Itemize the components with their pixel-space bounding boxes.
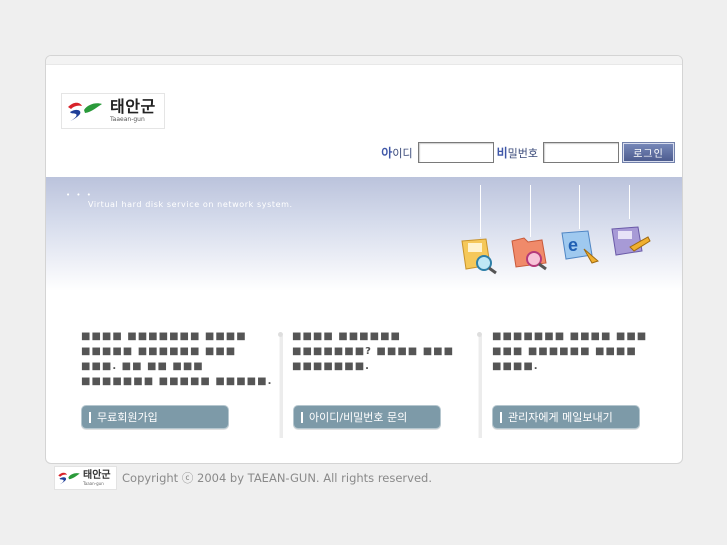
section-contact-text: ■■■■■■■ ■■■■ ■■■ ■■■ ■■■■■■ ■■■■ ■■■■. <box>492 331 648 372</box>
login-form: 아이디 비밀번호 로그인 <box>381 141 675 163</box>
login-button[interactable]: 로그인 <box>622 141 675 163</box>
svg-text:e: e <box>568 235 578 255</box>
section-divider <box>477 332 482 438</box>
section-divider <box>278 332 283 438</box>
banner-dots: • • • <box>66 191 93 199</box>
panel-top-bar <box>46 56 682 65</box>
mail-admin-button[interactable]: 관리자에게 메일보내기 <box>492 405 640 429</box>
brand-name-en: Taaean-gun <box>110 116 145 123</box>
main-panel: 태안군 Taaean-gun 아이디 비밀번호 로그인 • • • Virtua… <box>45 55 683 464</box>
footer-brand-ko: 태안군 <box>83 469 111 481</box>
taean-emblem-icon <box>58 472 80 485</box>
ie-browser-icon: e <box>561 230 599 264</box>
password-label: 비밀번호 <box>496 145 538 160</box>
footer-logo: 태안군 Taaan-gun <box>54 466 117 490</box>
disk-search-icon <box>461 238 497 275</box>
id-password-inquiry-label: 아이디/비밀번호 문의 <box>309 411 408 424</box>
free-signup-label: 무료회원가입 <box>97 411 158 424</box>
icon-string <box>629 185 630 219</box>
id-input[interactable] <box>417 141 494 163</box>
taean-emblem-icon <box>68 102 102 122</box>
disk-edit-icon <box>611 226 651 256</box>
id-password-inquiry-button[interactable]: 아이디/비밀번호 문의 <box>293 405 441 429</box>
section-inquiry-text: ■■■■ ■■■■■■ ■■■■■■■? ■■■■ ■■■ ■■■■■■■. <box>292 331 455 372</box>
password-input[interactable] <box>543 141 619 163</box>
banner-tagline: Virtual hard disk service on network sys… <box>88 200 293 209</box>
section-signup-text: ■■■■ ■■■■■■■ ■■■■ ■■■■■ ■■■■■■ ■■■ ■■■. … <box>81 331 273 387</box>
icon-string <box>579 185 580 229</box>
free-signup-button[interactable]: 무료회원가입 <box>81 405 229 429</box>
mail-admin-label: 관리자에게 메일보내기 <box>508 411 613 424</box>
taean-logo[interactable]: 태안군 Taaean-gun <box>61 93 165 129</box>
icon-string <box>530 185 531 237</box>
folder-search-icon <box>511 237 547 271</box>
icon-string <box>480 185 481 237</box>
id-label: 아이디 <box>381 145 413 160</box>
copyright-text: Copyright ⓒ 2004 by TAEAN-GUN. All right… <box>122 471 432 485</box>
brand-name-ko: 태안군 <box>110 97 156 116</box>
hero-banner: • • • Virtual hard disk service on netwo… <box>46 177 682 291</box>
footer-brand-en: Taaan-gun <box>83 480 104 486</box>
